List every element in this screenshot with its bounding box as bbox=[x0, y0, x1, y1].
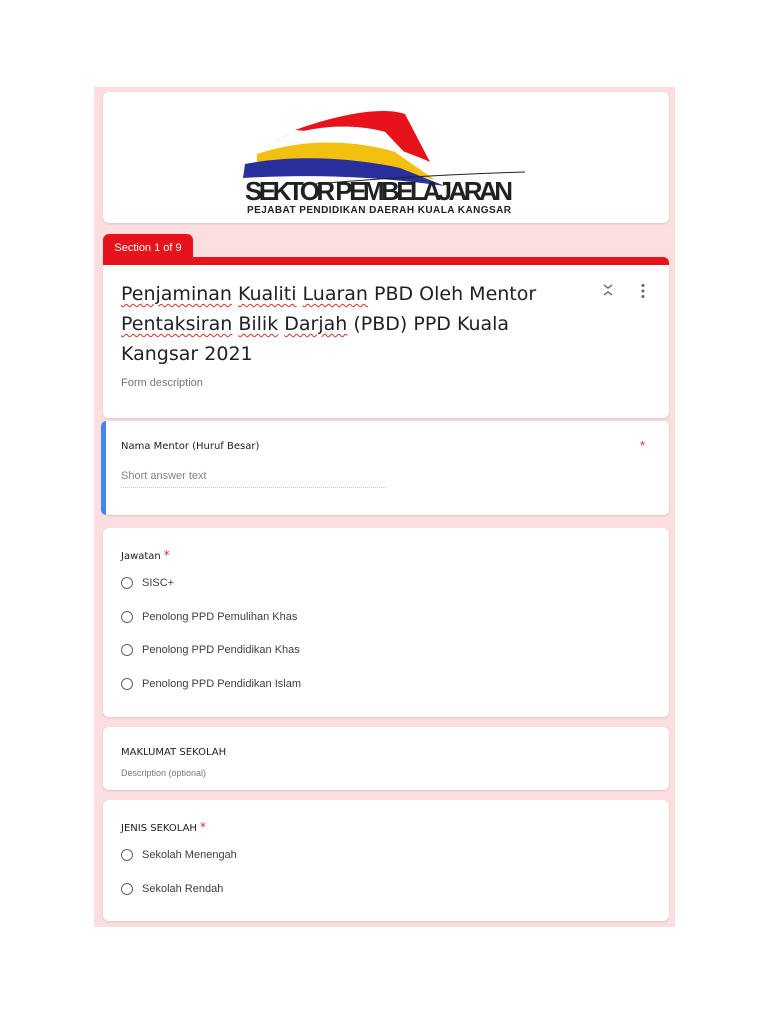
form-title-card[interactable]: Penjaminan Kualiti Luaran PBD Oleh Mento… bbox=[103, 257, 669, 418]
question-label: Nama Mentor (Huruf Besar) bbox=[121, 441, 260, 452]
radio-option[interactable]: Penolong PPD Pendidikan Islam bbox=[121, 678, 301, 690]
title-word: Pentaksiran bbox=[121, 313, 233, 335]
title-word: Penjaminan bbox=[121, 283, 232, 305]
radio-option[interactable]: Penolong PPD Pemulihan Khas bbox=[121, 611, 297, 623]
radio-option[interactable]: SISC+ bbox=[121, 577, 174, 589]
form-title[interactable]: Penjaminan Kualiti Luaran PBD Oleh Mento… bbox=[121, 279, 581, 369]
radio-button[interactable] bbox=[121, 644, 133, 656]
question-label: JENIS SEKOLAH * bbox=[121, 820, 206, 834]
more-options-icon[interactable] bbox=[640, 283, 646, 299]
required-asterisk: * bbox=[199, 820, 206, 834]
radio-button[interactable] bbox=[121, 883, 133, 895]
title-word: Bilik bbox=[238, 313, 279, 335]
radio-option[interactable]: Sekolah Rendah bbox=[121, 883, 223, 895]
required-asterisk: * bbox=[640, 438, 646, 453]
question-label: Jawatan * bbox=[121, 548, 170, 562]
header-image-card: SEKTOR PEMBELAJARAN PEJABAT PENDIDIKAN D… bbox=[103, 92, 669, 223]
section-description[interactable]: Description (optional) bbox=[121, 768, 206, 778]
radio-button[interactable] bbox=[121, 849, 133, 861]
collapse-section-icon[interactable] bbox=[602, 283, 614, 297]
section-title[interactable]: MAKLUMAT SEKOLAH bbox=[121, 747, 226, 758]
short-answer-field[interactable]: Short answer text bbox=[121, 470, 386, 488]
section-header-card[interactable]: MAKLUMAT SEKOLAH Description (optional) bbox=[103, 727, 669, 790]
title-word: Darjah bbox=[284, 313, 348, 335]
radio-option[interactable]: Sekolah Menengah bbox=[121, 849, 237, 861]
title-word: Kualiti bbox=[238, 283, 297, 305]
radio-button[interactable] bbox=[121, 611, 133, 623]
radio-option[interactable]: Penolong PPD Pendidikan Khas bbox=[121, 644, 300, 656]
sektor-pembelajaran-logo: SEKTOR PEMBELAJARAN PEJABAT PENDIDIKAN D… bbox=[243, 110, 526, 216]
required-asterisk: * bbox=[163, 548, 170, 562]
radio-button[interactable] bbox=[121, 678, 133, 690]
title-word: Luaran bbox=[302, 283, 368, 305]
logo-subtitle: PEJABAT PENDIDIKAN DAERAH KUALA KANGSAR bbox=[247, 205, 512, 216]
form-description[interactable]: Form description bbox=[121, 377, 203, 389]
logo-title: SEKTOR PEMBELAJARAN bbox=[245, 176, 513, 206]
question-card-nama-mentor[interactable]: Nama Mentor (Huruf Besar) * Short answer… bbox=[101, 421, 669, 515]
question-card-jawatan[interactable]: Jawatan * SISC+ Penolong PPD Pemulihan Kh… bbox=[103, 528, 669, 717]
question-card-jenis-sekolah[interactable]: JENIS SEKOLAH * Sekolah Menengah Sekolah … bbox=[103, 800, 669, 921]
radio-button[interactable] bbox=[121, 577, 133, 589]
form-canvas: SEKTOR PEMBELAJARAN PEJABAT PENDIDIKAN D… bbox=[94, 87, 675, 927]
